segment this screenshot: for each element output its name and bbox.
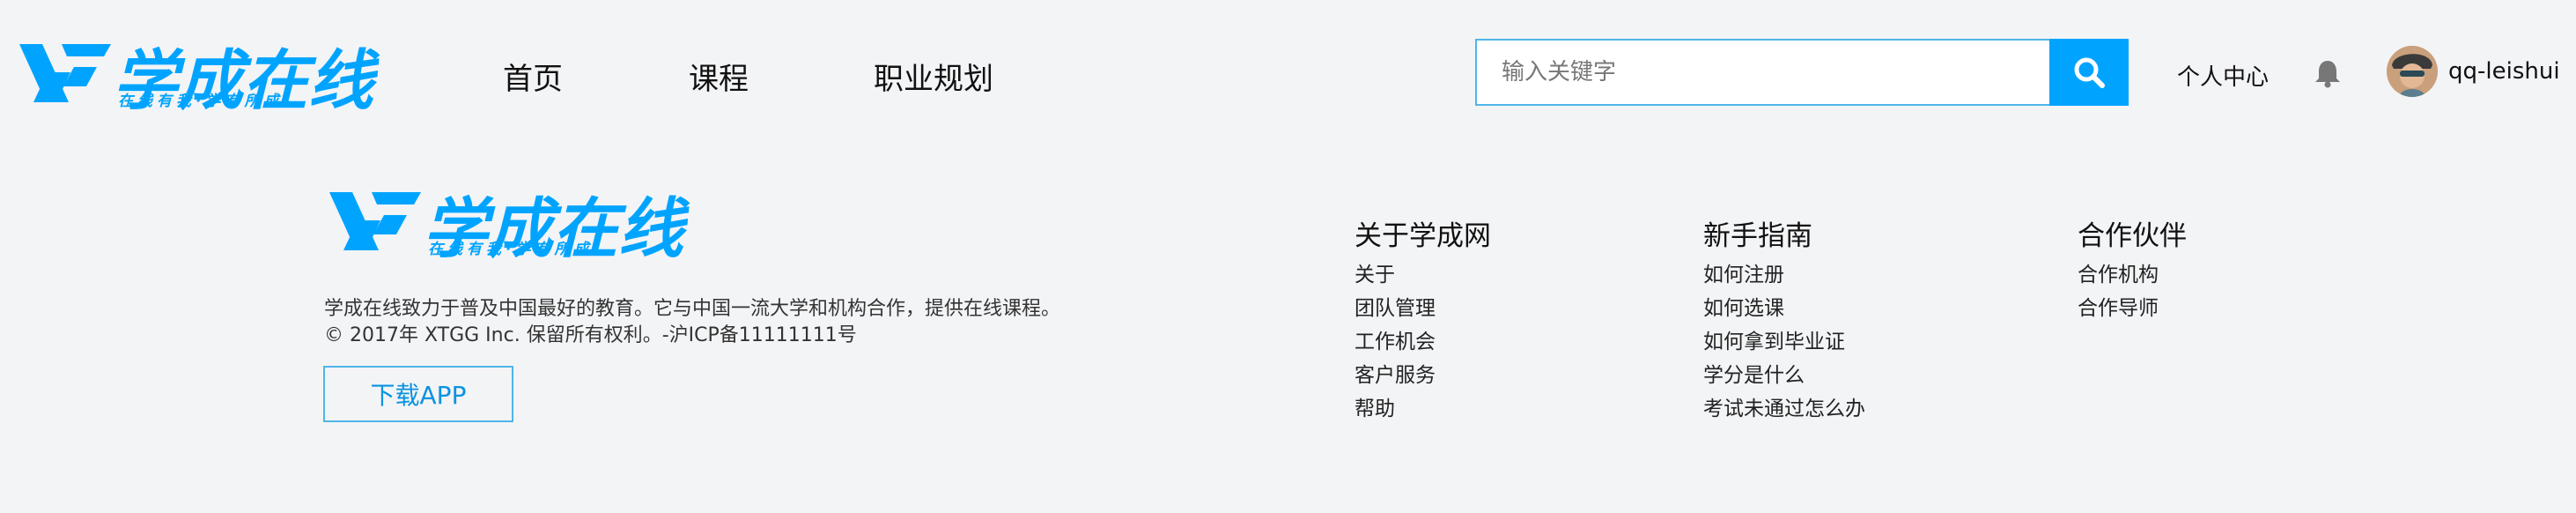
- logo-tagline: 在线有我·学有所成: [118, 93, 284, 110]
- footer-link[interactable]: 工作机会: [1354, 325, 1491, 359]
- username[interactable]: qq-leishui: [2448, 58, 2560, 85]
- footer-column-title: 合作伙伴: [2078, 220, 2187, 252]
- footer-link[interactable]: 合作导师: [2078, 292, 2187, 325]
- footer-link[interactable]: 如何选课: [1703, 292, 1865, 325]
- footer-link[interactable]: 考试未通过怎么办: [1703, 392, 1865, 426]
- personal-center-link[interactable]: 个人中心: [2177, 59, 2269, 92]
- footer-link[interactable]: 客户服务: [1354, 359, 1491, 392]
- logo-tagline: 在线有我·学有所成: [428, 241, 594, 258]
- nav-item-career-planning[interactable]: 职业规划: [874, 55, 993, 98]
- footer-link[interactable]: 关于: [1354, 258, 1491, 292]
- logo-x-mark: [19, 44, 111, 102]
- footer-column-about: 关于学成网 关于 团队管理 工作机会 客户服务 帮助: [1354, 213, 1491, 426]
- search-icon: [2074, 57, 2105, 88]
- footer-link[interactable]: 帮助: [1354, 392, 1491, 426]
- download-app-button[interactable]: 下载APP: [323, 366, 513, 422]
- avatar[interactable]: [2387, 46, 2438, 97]
- search-button[interactable]: [2049, 39, 2129, 106]
- footer-column-guide: 新手指南 如何注册 如何选课 如何拿到毕业证 学分是什么 考试未通过怎么办: [1703, 213, 1865, 426]
- header-logo[interactable]: 学成在线 在线有我·学有所成: [12, 33, 373, 119]
- avatar-image: [2387, 46, 2438, 97]
- footer-column-partners: 合作伙伴 合作机构 合作导师: [2078, 213, 2187, 325]
- footer-column-title: 关于学成网: [1354, 220, 1491, 252]
- logo-x-mark: [329, 192, 421, 250]
- bell-icon[interactable]: [2313, 58, 2343, 88]
- footer-column-title: 新手指南: [1703, 220, 1812, 252]
- nav-item-home[interactable]: 首页: [503, 55, 563, 98]
- search-input[interactable]: [1477, 41, 2048, 104]
- nav-item-courses[interactable]: 课程: [689, 55, 749, 98]
- footer-copyright: © 2017年 XTGG Inc. 保留所有权利。-沪ICP备11111111号: [324, 324, 857, 346]
- footer-link[interactable]: 合作机构: [2078, 258, 2187, 292]
- search-box: [1475, 39, 2129, 106]
- footer-link[interactable]: 如何拿到毕业证: [1703, 325, 1865, 359]
- footer-description: 学成在线致力于普及中国最好的教育。它与中国一流大学和机构合作，提供在线课程。: [324, 298, 1061, 320]
- footer-link[interactable]: 如何注册: [1703, 258, 1865, 292]
- footer-logo: 学成在线 在线有我·学有所成: [322, 182, 683, 267]
- footer-link[interactable]: 团队管理: [1354, 292, 1491, 325]
- footer-link[interactable]: 学分是什么: [1703, 359, 1865, 392]
